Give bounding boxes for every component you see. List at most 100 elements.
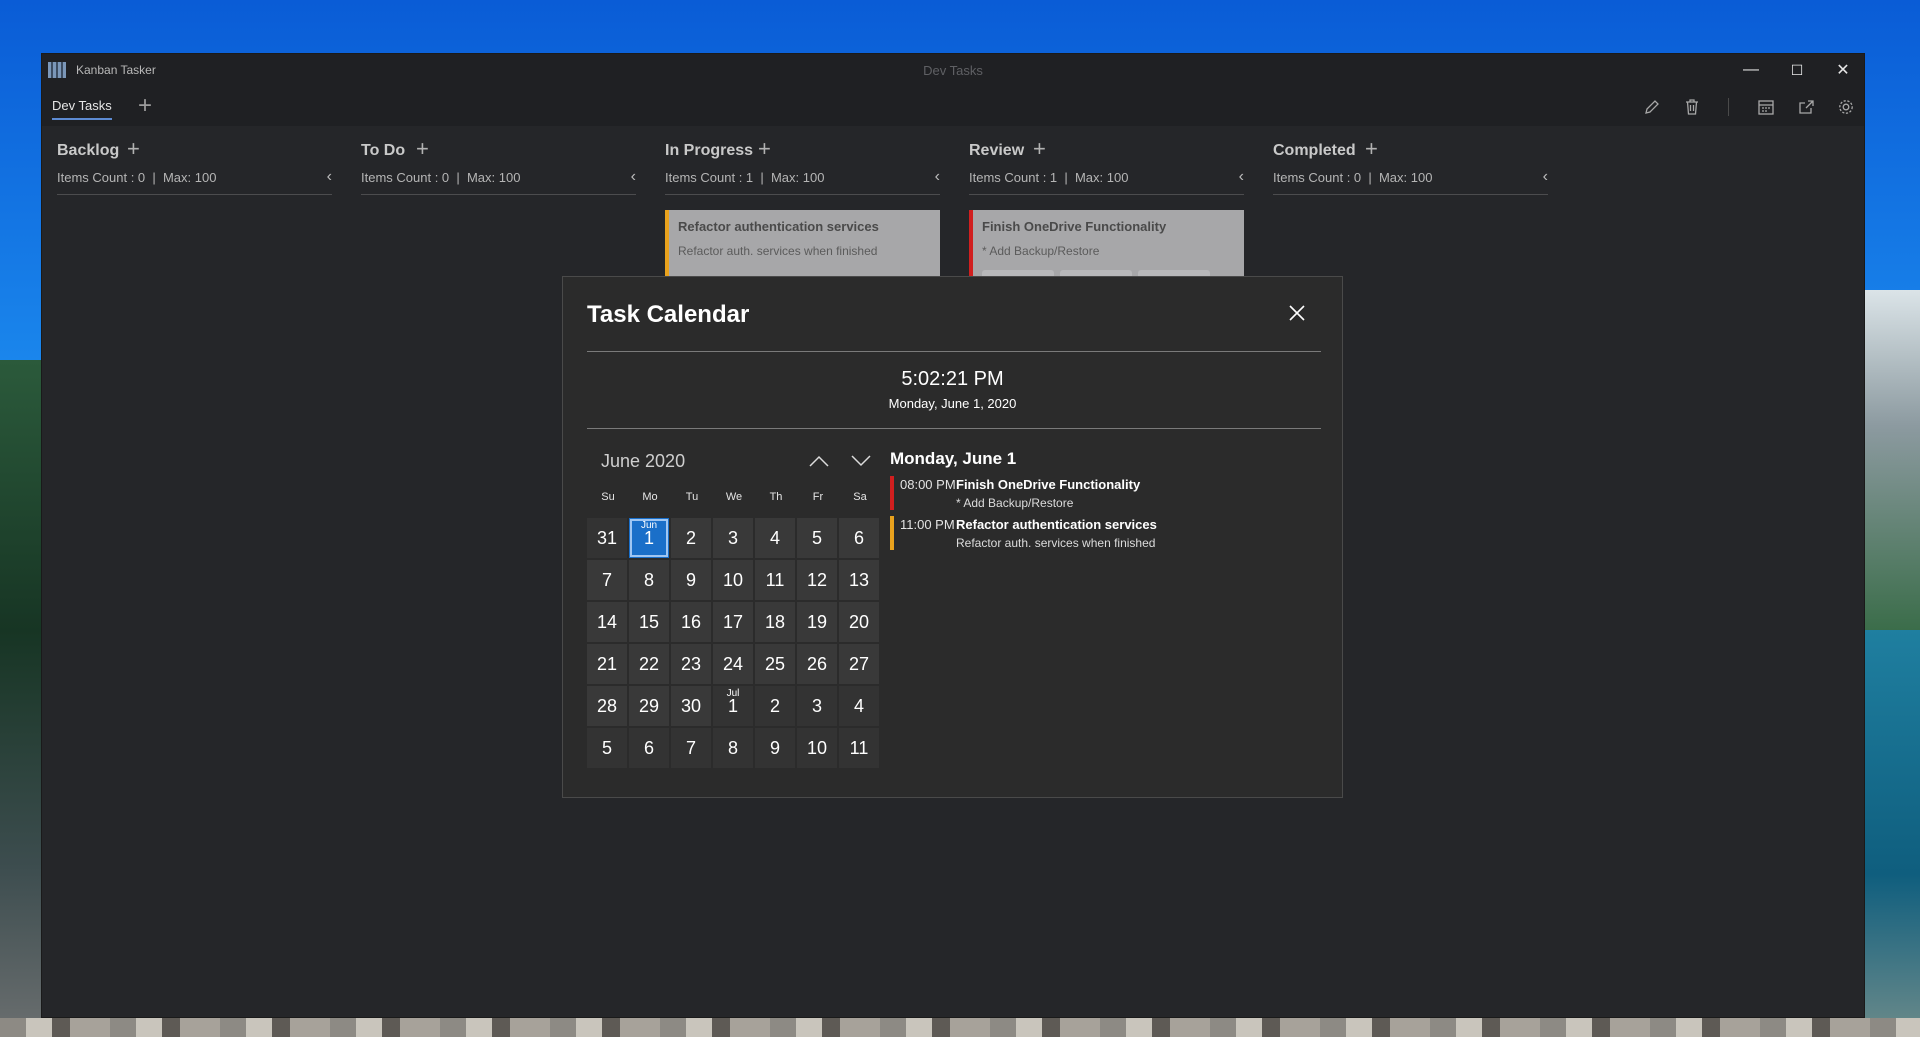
event-time: 08:00 PM xyxy=(900,477,956,492)
title-bar[interactable]: Kanban Tasker Dev Tasks — ☐ ✕ xyxy=(42,54,1864,86)
day-number: 26 xyxy=(806,653,828,674)
day-number: 19 xyxy=(806,611,828,632)
collapse-column-button[interactable]: ‹ xyxy=(1239,168,1244,186)
delete-icon[interactable] xyxy=(1683,98,1701,116)
column-title: In Progress xyxy=(665,142,754,159)
column-divider xyxy=(969,194,1244,195)
calendar-day[interactable]: 11 xyxy=(755,560,795,600)
calendar-day[interactable]: 29 xyxy=(629,686,669,726)
day-number: 20 xyxy=(848,611,870,632)
calendar-day[interactable]: 13 xyxy=(839,560,879,600)
day-number: 18 xyxy=(764,611,786,632)
chevron-up-icon[interactable] xyxy=(808,453,830,469)
calendar-icon[interactable] xyxy=(1757,98,1775,116)
calendar-day[interactable]: 5 xyxy=(797,518,837,558)
calendar-day[interactable]: 30 xyxy=(671,686,711,726)
calendar-day[interactable]: 25 xyxy=(755,644,795,684)
calendar-day[interactable]: 26 xyxy=(797,644,837,684)
day-number: 24 xyxy=(722,653,744,674)
calendar-day-selected[interactable]: 1 Jun xyxy=(629,518,669,558)
calendar-day[interactable]: 23 xyxy=(671,644,711,684)
calendar-day[interactable]: 14 xyxy=(587,602,627,642)
event-title: Finish OneDrive Functionality xyxy=(956,477,1141,492)
calendar-day[interactable]: 5 xyxy=(587,728,627,768)
column-divider xyxy=(665,194,940,195)
add-card-button[interactable]: + xyxy=(1365,138,1378,160)
add-card-button[interactable]: + xyxy=(127,138,140,160)
add-card-button[interactable]: + xyxy=(1033,138,1046,160)
collapse-column-button[interactable]: ‹ xyxy=(1543,168,1548,186)
day-number: 12 xyxy=(806,569,828,590)
calendar-day[interactable]: 28 xyxy=(587,686,627,726)
collapse-column-button[interactable]: ‹ xyxy=(631,168,636,186)
agenda-event[interactable]: 08:00 PM Finish OneDrive Functionality *… xyxy=(890,476,1310,510)
calendar-weekdays: Su Mo Tu We Th Fr Sa xyxy=(587,491,881,505)
calendar-day[interactable]: 3 xyxy=(797,686,837,726)
calendar-day[interactable]: 9 xyxy=(671,560,711,600)
close-icon[interactable] xyxy=(1287,303,1307,323)
window-title: Dev Tasks xyxy=(923,63,983,78)
calendar-day[interactable]: 16 xyxy=(671,602,711,642)
day-number: 7 xyxy=(685,737,696,758)
calendar-day[interactable]: 9 xyxy=(755,728,795,768)
export-icon[interactable] xyxy=(1797,98,1815,116)
calendar-day[interactable]: 19 xyxy=(797,602,837,642)
calendar-day[interactable]: 6 xyxy=(629,728,669,768)
calendar-day[interactable]: 3 xyxy=(713,518,753,558)
day-number: 17 xyxy=(722,611,744,632)
close-button[interactable]: ✕ xyxy=(1820,54,1866,86)
agenda-event[interactable]: 11:00 PM Refactor authentication service… xyxy=(890,516,1310,550)
calendar-day[interactable]: 12 xyxy=(797,560,837,600)
dialog-divider xyxy=(587,428,1321,429)
calendar-day[interactable]: 22 xyxy=(629,644,669,684)
calendar-day[interactable]: 31 xyxy=(587,518,627,558)
task-card[interactable]: Finish OneDrive Functionality * Add Back… xyxy=(969,210,1244,280)
task-calendar-dialog: Task Calendar 5:02:21 PM Monday, June 1,… xyxy=(562,276,1343,798)
column-divider xyxy=(1273,194,1548,195)
maximize-button[interactable]: ☐ xyxy=(1774,54,1820,86)
collapse-column-button[interactable]: ‹ xyxy=(935,168,940,186)
calendar-day[interactable]: 2 xyxy=(755,686,795,726)
task-card[interactable]: Refactor authentication services Refacto… xyxy=(665,210,940,280)
calendar-day[interactable]: 2 xyxy=(671,518,711,558)
calendar-day[interactable]: 7 xyxy=(671,728,711,768)
desktop-wallpaper-lake xyxy=(1864,630,1920,1037)
day-number: 11 xyxy=(765,569,785,590)
day-number: 9 xyxy=(769,737,780,758)
column-stats: Items Count : 1 | Max: 100 xyxy=(969,170,1129,185)
calendar-day[interactable]: 6 xyxy=(839,518,879,558)
collapse-column-button[interactable]: ‹ xyxy=(327,168,332,186)
calendar-day[interactable]: 20 xyxy=(839,602,879,642)
weekday-label: Th xyxy=(769,491,783,503)
add-tab-button[interactable]: + xyxy=(138,90,152,122)
calendar-day[interactable]: 8 xyxy=(713,728,753,768)
calendar-day[interactable]: 27 xyxy=(839,644,879,684)
minimize-button[interactable]: — xyxy=(1728,54,1774,86)
toolbar-separator xyxy=(1728,98,1729,116)
settings-icon[interactable] xyxy=(1837,98,1855,116)
current-date: Monday, June 1, 2020 xyxy=(888,396,1017,411)
calendar-month-label[interactable]: June 2020 xyxy=(601,451,685,472)
calendar-day[interactable]: 18 xyxy=(755,602,795,642)
calendar-day[interactable]: 17 xyxy=(713,602,753,642)
calendar-day[interactable]: 15 xyxy=(629,602,669,642)
calendar-day[interactable]: 1 Jul xyxy=(713,686,753,726)
tab-dev-tasks[interactable]: Dev Tasks xyxy=(52,98,112,120)
calendar-day[interactable]: 4 xyxy=(755,518,795,558)
calendar-day[interactable]: 8 xyxy=(629,560,669,600)
calendar-day[interactable]: 4 xyxy=(839,686,879,726)
column-stats: Items Count : 0 | Max: 100 xyxy=(361,170,521,185)
calendar-day[interactable]: 21 xyxy=(587,644,627,684)
calendar-day[interactable]: 10 xyxy=(797,728,837,768)
calendar-day[interactable]: 24 xyxy=(713,644,753,684)
calendar-day[interactable]: 7 xyxy=(587,560,627,600)
calendar-day[interactable]: 10 xyxy=(713,560,753,600)
day-number: 7 xyxy=(601,569,612,590)
edit-icon[interactable] xyxy=(1643,98,1661,116)
day-number: 28 xyxy=(596,695,618,716)
add-card-button[interactable]: + xyxy=(416,138,429,160)
chevron-down-icon[interactable] xyxy=(850,453,872,469)
column-stats: Items Count : 1 | Max: 100 xyxy=(665,170,825,185)
calendar-day[interactable]: 11 xyxy=(839,728,879,768)
add-card-button[interactable]: + xyxy=(758,138,771,160)
